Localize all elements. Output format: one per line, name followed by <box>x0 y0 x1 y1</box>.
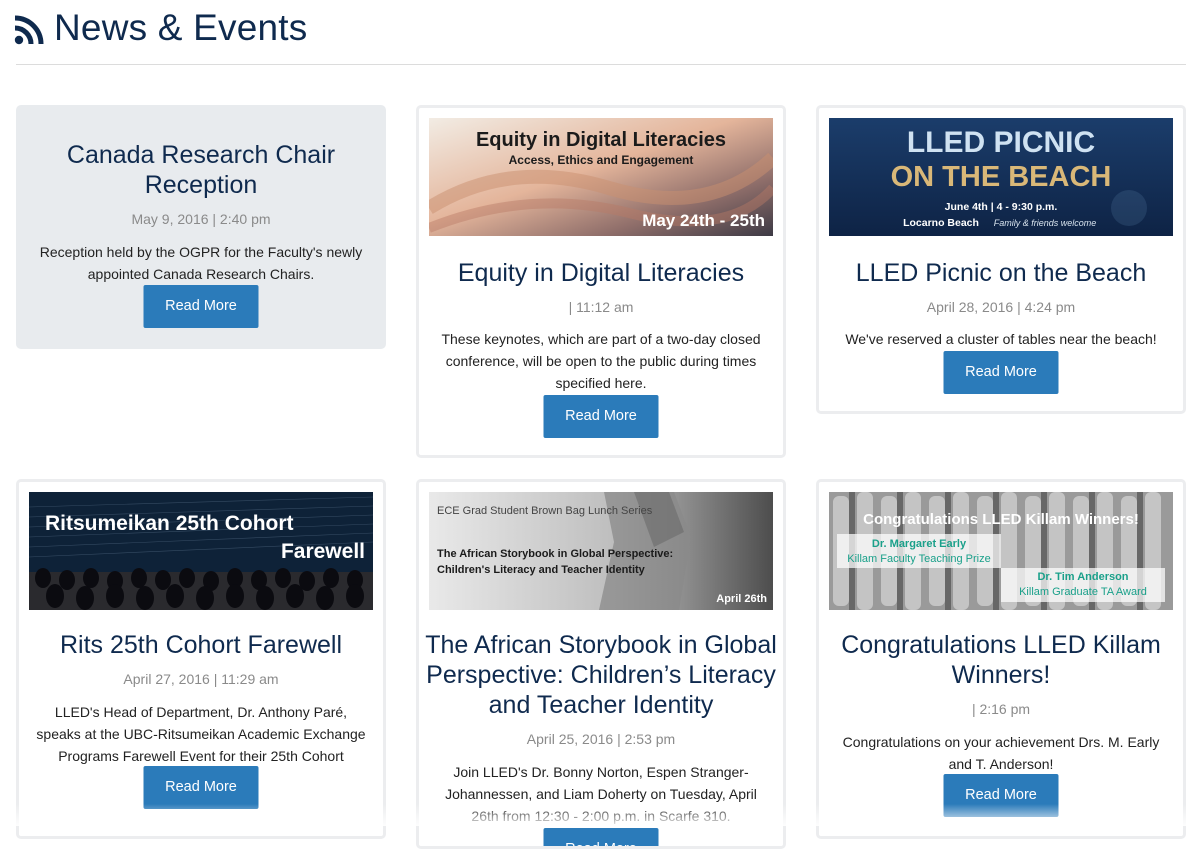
image-heading: Equity in Digital Literacies <box>476 129 726 151</box>
image-note: Family & friends welcome <box>994 218 1097 228</box>
image-prize1: Killam Faculty Teaching Prize <box>847 553 990 565</box>
image-where: Locarno Beach <box>903 217 979 229</box>
image-when: June 4th | 4 - 9:30 p.m. <box>945 201 1058 213</box>
image-name1: Dr. Margaret Early <box>872 538 967 550</box>
image-subheading: Access, Ethics and Engagement <box>509 153 694 167</box>
image-line1: LLED PICNIC <box>907 126 1095 159</box>
card-date: May 9, 2016 | 2:40 pm <box>131 211 271 227</box>
card-date: April 27, 2016 | 11:29 am <box>123 671 279 687</box>
image-line2: Children's Literacy and Teacher Identity <box>437 564 646 576</box>
card-date: April 28, 2016 | 4:24 pm <box>926 299 1076 315</box>
image-date: April 26th <box>716 593 767 605</box>
card-title[interactable]: Equity in Digital Literacies <box>425 258 777 288</box>
card-description: Congratulations on your achievement Drs.… <box>842 734 1160 772</box>
card-description: We've reserved a cluster of tables near … <box>845 331 1157 347</box>
bottom-fade <box>0 804 1204 826</box>
news-card-equity-digital-literacies: Equity in Digital Literacies Access, Eth… <box>416 105 786 458</box>
image-line2: Farewell <box>281 540 365 563</box>
news-card-rits-farewell: Ritsumeikan 25th Cohort Farewell Rits 25… <box>16 479 386 839</box>
card-date: April 25, 2016 | 2:53 pm <box>526 731 676 747</box>
card-title[interactable]: The African Storybook in Global Perspect… <box>425 630 777 720</box>
card-description: Reception held by the OGPR for the Facul… <box>39 244 363 282</box>
image-prize2: Killam Graduate TA Award <box>1019 586 1147 598</box>
card-image[interactable]: Ritsumeikan 25th Cohort Farewell <box>29 492 373 610</box>
card-title[interactable]: Congratulations LLED Killam Winners! <box>825 630 1177 690</box>
image-line1: Ritsumeikan 25th Cohort <box>45 512 294 535</box>
read-more-button[interactable]: Read More <box>543 395 659 438</box>
card-image[interactable]: LLED PICNIC ON THE BEACH June 4th | 4 - … <box>829 118 1173 236</box>
card-title[interactable]: Canada Research Chair Reception <box>25 140 377 200</box>
image-dates: May 24th - 25th <box>642 211 765 230</box>
news-card-african-storybook: ECE Grad Student Brown Bag Lunch Series … <box>416 479 786 849</box>
card-image[interactable]: Congratulations LLED Killam Winners! Dr.… <box>829 492 1173 610</box>
image-line2: ON THE BEACH <box>891 161 1112 193</box>
news-card-killam-winners: Congratulations LLED Killam Winners! Dr.… <box>816 479 1186 839</box>
news-card-lled-picnic: LLED PICNIC ON THE BEACH June 4th | 4 - … <box>816 105 1186 414</box>
page-title: News & Events <box>54 7 308 48</box>
card-title[interactable]: LLED Picnic on the Beach <box>825 258 1177 288</box>
image-series: ECE Grad Student Brown Bag Lunch Series <box>437 505 653 517</box>
header-divider <box>16 64 1186 65</box>
card-description: These keynotes, which are part of a two-… <box>441 331 761 391</box>
card-date: | 11:12 am <box>568 299 634 315</box>
image-line1: The African Storybook in Global Perspect… <box>437 548 673 560</box>
read-more-button[interactable]: Read More <box>543 828 659 846</box>
card-date: | 2:16 pm <box>971 701 1031 717</box>
image-name2: Dr. Tim Anderson <box>1037 571 1128 583</box>
read-more-button[interactable]: Read More <box>143 285 259 328</box>
card-title[interactable]: Rits 25th Cohort Farewell <box>25 630 377 660</box>
page-header: News & Events <box>14 0 307 56</box>
rss-icon <box>14 15 44 45</box>
read-more-button[interactable]: Read More <box>143 766 259 809</box>
image-heading: Congratulations LLED Killam Winners! <box>863 511 1139 528</box>
news-card-canada-research-chair: Canada Research Chair Reception May 9, 2… <box>16 105 386 349</box>
card-image[interactable]: ECE Grad Student Brown Bag Lunch Series … <box>429 492 773 610</box>
read-more-button[interactable]: Read More <box>943 351 1059 394</box>
card-image[interactable]: Equity in Digital Literacies Access, Eth… <box>429 118 773 236</box>
card-description: LLED's Head of Department, Dr. Anthony P… <box>36 704 366 764</box>
